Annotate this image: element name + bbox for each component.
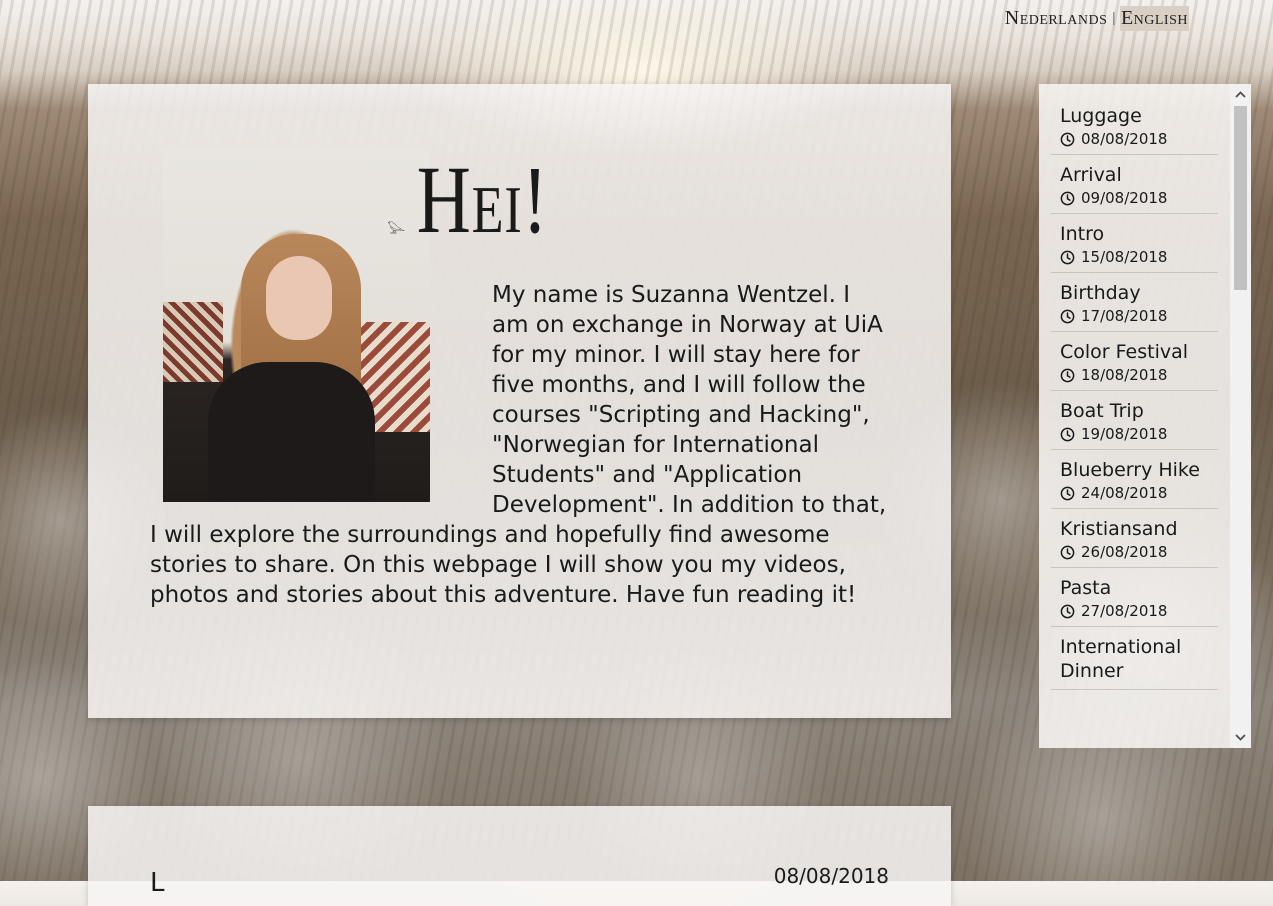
sidebar-post-title: Boat Trip	[1060, 400, 1144, 422]
sidebar-post-title: Color Festival	[1060, 341, 1189, 363]
clock-icon	[1060, 486, 1075, 500]
sidebar-post-date: 27/08/2018	[1081, 602, 1168, 620]
sidebar-post-meta: 27/08/2018	[1060, 602, 1210, 620]
post-date: 08/08/2018	[773, 864, 889, 888]
sidebar-post-meta: 18/08/2018	[1060, 366, 1210, 384]
language-english-link[interactable]: English	[1119, 6, 1189, 31]
language-switch: Nederlands | English	[1004, 6, 1189, 31]
sidebar-post-meta: 09/08/2018	[1060, 189, 1210, 207]
sidebar-post-date: 24/08/2018	[1081, 484, 1168, 502]
intro-greeting: Hei!	[416, 146, 549, 253]
sidebar-post-item[interactable]: Pasta 27/08/2018	[1051, 568, 1218, 627]
sidebar-post-date: 19/08/2018	[1081, 425, 1168, 443]
post-title: L	[150, 868, 165, 898]
chevron-down-icon[interactable]	[1230, 727, 1251, 748]
sidebar-post-item[interactable]: Birthday 17/08/2018	[1051, 273, 1218, 332]
sidebar-post-title: Intro	[1060, 223, 1105, 245]
clock-icon	[1060, 427, 1075, 441]
clock-icon	[1060, 368, 1075, 382]
sidebar-post-item[interactable]: Kristiansand 26/08/2018	[1051, 509, 1218, 568]
sidebar-post-title: Kristiansand	[1060, 518, 1178, 540]
chevron-up-icon[interactable]	[1230, 84, 1251, 105]
sidebar-post-meta: 19/08/2018	[1060, 425, 1210, 443]
sidebar-post-date: 18/08/2018	[1081, 366, 1168, 384]
sidebar-post-item[interactable]: Color Festival 18/08/2018	[1051, 332, 1218, 391]
post-list: Luggage 08/08/2018 Arrival 09/08/2018 Intro 1…	[1051, 96, 1218, 690]
intro-panel: 𓅪 Hei! My name is Suzanna Wentzel. I am …	[88, 84, 951, 718]
sidebar-post-item[interactable]: Intro 15/08/2018	[1051, 214, 1218, 273]
language-separator: |	[1112, 10, 1116, 26]
sidebar-post-title: Birthday	[1060, 282, 1141, 304]
post-sidebar: Luggage 08/08/2018 Arrival 09/08/2018 Intro 1…	[1039, 84, 1251, 748]
sidebar-post-date: 15/08/2018	[1081, 248, 1168, 266]
sidebar-post-date: 09/08/2018	[1081, 189, 1168, 207]
sidebar-scrollbar[interactable]	[1230, 84, 1251, 748]
sidebar-post-title: Blueberry Hike	[1060, 459, 1200, 481]
sidebar-post-meta: 24/08/2018	[1060, 484, 1210, 502]
clock-icon	[1060, 191, 1075, 205]
language-dutch-link[interactable]: Nederlands	[1004, 6, 1109, 31]
clock-icon	[1060, 545, 1075, 559]
sidebar-post-title: Luggage	[1060, 105, 1142, 127]
sidebar-post-meta: 08/08/2018	[1060, 130, 1210, 148]
sidebar-post-item[interactable]: Blueberry Hike 24/08/2018	[1051, 450, 1218, 509]
sidebar-post-item[interactable]: Luggage 08/08/2018	[1051, 96, 1218, 155]
sidebar-post-title: Arrival	[1060, 164, 1122, 186]
clock-icon	[1060, 309, 1075, 323]
sidebar-post-date: 17/08/2018	[1081, 307, 1168, 325]
sidebar-post-title: International Dinner	[1060, 636, 1182, 682]
sidebar-post-meta: 15/08/2018	[1060, 248, 1210, 266]
sidebar-post-date: 08/08/2018	[1081, 130, 1168, 148]
sidebar-post-date: 26/08/2018	[1081, 543, 1168, 561]
sidebar-post-item[interactable]: Boat Trip 19/08/2018	[1051, 391, 1218, 450]
post-panel: L 08/08/2018	[88, 806, 951, 906]
clock-icon	[1060, 604, 1075, 618]
scrollbar-thumb[interactable]	[1234, 106, 1247, 290]
sidebar-post-title: Pasta	[1060, 577, 1112, 599]
clock-icon	[1060, 132, 1075, 146]
clock-icon	[1060, 250, 1075, 264]
sidebar-post-meta: 17/08/2018	[1060, 307, 1210, 325]
sidebar-post-meta: 26/08/2018	[1060, 543, 1210, 561]
sidebar-post-item[interactable]: International Dinner	[1051, 627, 1218, 690]
sidebar-post-item[interactable]: Arrival 09/08/2018	[1051, 155, 1218, 214]
